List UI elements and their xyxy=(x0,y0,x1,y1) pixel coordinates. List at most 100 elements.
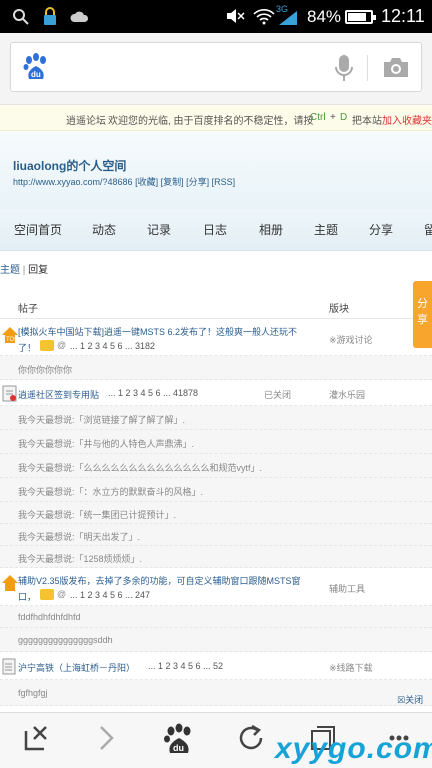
close-ad-link[interactable]: ☒关闭 xyxy=(397,693,423,706)
thread-pages[interactable]: ... 1 2 3 4 5 6 ... 52 xyxy=(148,661,223,671)
reply-row[interactable]: 我今天最想说:「统一集团已计提预计」. xyxy=(0,502,432,524)
tab-separator: | xyxy=(22,265,26,276)
nav-share[interactable]: 分享 xyxy=(369,221,393,238)
thread-forum[interactable]: ※线路下载 xyxy=(329,661,373,674)
nav-records[interactable]: 记录 xyxy=(147,221,171,238)
thread-title[interactable]: 沪宁高铁（上海虹桥－丹阳） xyxy=(18,661,135,674)
thread-doc-icon xyxy=(2,658,16,675)
clock: 12:11 xyxy=(381,6,425,26)
reply-text: 我今天最想说:「明天出发了」. xyxy=(18,532,141,542)
tab-topics[interactable]: 主题 xyxy=(0,265,20,276)
mute-icon xyxy=(227,9,245,23)
space-url[interactable]: http://www.xyyao.com/?48686 xyxy=(13,177,133,187)
link-rss[interactable]: [RSS] xyxy=(212,177,236,187)
link-favorite[interactable]: [收藏] xyxy=(135,177,158,187)
thread-title-cont[interactable]: 口， xyxy=(18,590,36,603)
nav-more[interactable]: 留 xyxy=(424,221,432,238)
thread-pages[interactable]: ... 1 2 3 4 5 6 ... 3182 xyxy=(70,341,155,351)
reply-text: fgfhgfgj xyxy=(18,688,48,698)
reply-row[interactable]: fgfhgfgj xyxy=(0,680,432,706)
tab-replies[interactable]: 回复 xyxy=(28,265,48,276)
reply-row[interactable]: 你你你你你你 xyxy=(0,356,432,380)
shortcut-plus: + xyxy=(330,112,336,123)
share-side-tab[interactable]: 分享 xyxy=(413,281,432,348)
link-copy[interactable]: [复制] xyxy=(161,177,184,187)
nav-album[interactable]: 相册 xyxy=(259,221,283,238)
refresh-icon[interactable] xyxy=(236,723,266,753)
forward-icon[interactable] xyxy=(96,723,118,753)
battery-icon xyxy=(345,10,376,24)
svg-text:du: du xyxy=(31,70,41,79)
thread-title-cont[interactable]: 了！ xyxy=(18,341,36,354)
reply-row[interactable]: 我今天最想说:「1258烦烦烦」. xyxy=(0,546,432,568)
thread-title[interactable]: 逍遥社区签到专用贴 xyxy=(18,388,99,401)
reply-text: 我今天最想说:「：水立方的默默奋斗的风格」. xyxy=(18,487,204,497)
reply-row[interactable]: 我今天最想说:「：水立方的默默奋斗的风格」. xyxy=(0,478,432,502)
table-row[interactable]: TOP [模拟火车中国站下载]逍遥一键MSTS 6.2发布了！这般爽一般人还玩不… xyxy=(0,320,432,356)
reply-row[interactable]: 我今天最想说:「浏览链接了解了解了解」. xyxy=(0,406,432,430)
thread-title[interactable]: 辅助V2.35版发布，去掉了多余的功能，可自定义辅助窗口跟随MSTS窗 xyxy=(18,574,301,587)
thread-forum[interactable]: ※游戏讨论 xyxy=(329,333,373,346)
reward-icon xyxy=(40,589,54,600)
reward-icon xyxy=(40,340,54,351)
notice-save: 把本站 xyxy=(352,116,382,127)
browser-search-bar: du xyxy=(0,33,432,105)
battery-percent: 84% xyxy=(307,7,342,26)
add-favorites-link[interactable]: 加入收藏夹 xyxy=(382,112,432,127)
reply-row[interactable]: 我今天最想说:「井与他的人特色人声鼎沸」. xyxy=(0,430,432,454)
cloud-icon xyxy=(70,11,89,22)
hot-thread-icon xyxy=(2,575,18,591)
table-row[interactable]: 逍遥社区签到专用贴 ... 1 2 3 4 5 6 ... 41878 已关闭 … xyxy=(0,380,432,406)
nav-blog[interactable]: 日志 xyxy=(203,221,227,238)
reply-row[interactable]: 我今天最想说:「么么么么么么么么么么么么么么和规范vytf」. xyxy=(0,454,432,478)
reply-text: 我今天最想说:「么么么么么么么么么么么么么么和规范vytf」. xyxy=(18,463,263,473)
search-icon xyxy=(13,9,29,25)
notice-text: 欢迎您的光临, 由于百度排名的不稳定性，请按 xyxy=(108,116,314,127)
thread-forum[interactable]: 辅助工具 xyxy=(329,582,365,595)
reply-row[interactable]: fddfhdhfdhfdhfd xyxy=(0,606,432,628)
table-row[interactable]: 辅助V2.35版发布，去掉了多余的功能，可自定义辅助窗口跟随MSTS窗 口， @… xyxy=(0,568,432,606)
status-bar: 3G 84% 12:11 xyxy=(0,0,432,33)
close-ad-icon: ☒ xyxy=(397,695,406,705)
close-ad-label: 关闭 xyxy=(405,695,424,705)
mic-icon[interactable] xyxy=(334,54,354,82)
notice-forum: 逍遥论坛 xyxy=(66,116,106,127)
camera-icon[interactable] xyxy=(382,56,410,78)
shortcut-ctrl: Ctrl xyxy=(310,112,326,123)
lock-icon xyxy=(44,7,56,25)
space-title[interactable]: liuaolong的个人空间 xyxy=(13,157,126,174)
table-row[interactable]: 沪宁高铁（上海虹桥－丹阳） ... 1 2 3 4 5 6 ... 52 ※线路… xyxy=(0,652,432,680)
svg-text:TOP: TOP xyxy=(6,337,18,343)
close-tab-icon[interactable] xyxy=(22,723,52,753)
baidu-paw-icon[interactable]: du xyxy=(163,723,195,755)
reply-row[interactable]: gggggggggggggggsddh xyxy=(0,628,432,652)
thread-forum[interactable]: 灌水乐园 xyxy=(329,388,365,401)
tab-switch: 主题 | 回复 xyxy=(0,261,48,276)
attachment-icon: @ xyxy=(57,340,67,350)
divider xyxy=(367,55,368,81)
reply-text: 我今天最想说:「井与他的人特色人声鼎沸」. xyxy=(18,439,195,449)
share-tab-label: 分享 xyxy=(417,298,428,326)
nav-feed[interactable]: 动态 xyxy=(92,221,116,238)
reply-text: 我今天最想说:「浏览链接了解了解了解」. xyxy=(18,415,186,425)
space-nav: 空间首页 动态 记录 日志 相册 主题 分享 留 xyxy=(0,209,432,251)
nav-topics[interactable]: 主题 xyxy=(314,221,338,238)
table-header: 帖子 版块 xyxy=(0,289,432,319)
reply-row[interactable]: 我今天最想说:「明天出发了」. xyxy=(0,524,432,546)
site-watermark: xyygo.com xyxy=(275,732,432,765)
thread-title[interactable]: [模拟火车中国站下载]逍遥一键MSTS 6.2发布了！这般爽一般人还玩不 xyxy=(18,325,297,338)
link-share[interactable]: [分享] xyxy=(186,177,209,187)
thread-doc-icon xyxy=(2,385,17,402)
svg-text:du: du xyxy=(173,743,184,753)
signal-icon xyxy=(279,11,297,25)
search-input[interactable]: du xyxy=(10,42,422,92)
reply-text: 你你你你你你 xyxy=(18,365,73,375)
reply-text: fddfhdhfdhfdhfd xyxy=(18,612,81,622)
thread-pages[interactable]: ... 1 2 3 4 5 6 ... 247 xyxy=(70,590,150,600)
thread-pages[interactable]: ... 1 2 3 4 5 6 ... 41878 xyxy=(108,388,198,398)
col-forum: 版块 xyxy=(329,304,349,315)
col-post: 帖子 xyxy=(18,304,38,315)
nav-home[interactable]: 空间首页 xyxy=(14,221,62,238)
reply-text: 我今天最想说:「1258烦烦烦」. xyxy=(18,554,143,564)
space-url-line: http://www.xyyao.com/?48686 [收藏] [复制] [分… xyxy=(13,175,235,188)
